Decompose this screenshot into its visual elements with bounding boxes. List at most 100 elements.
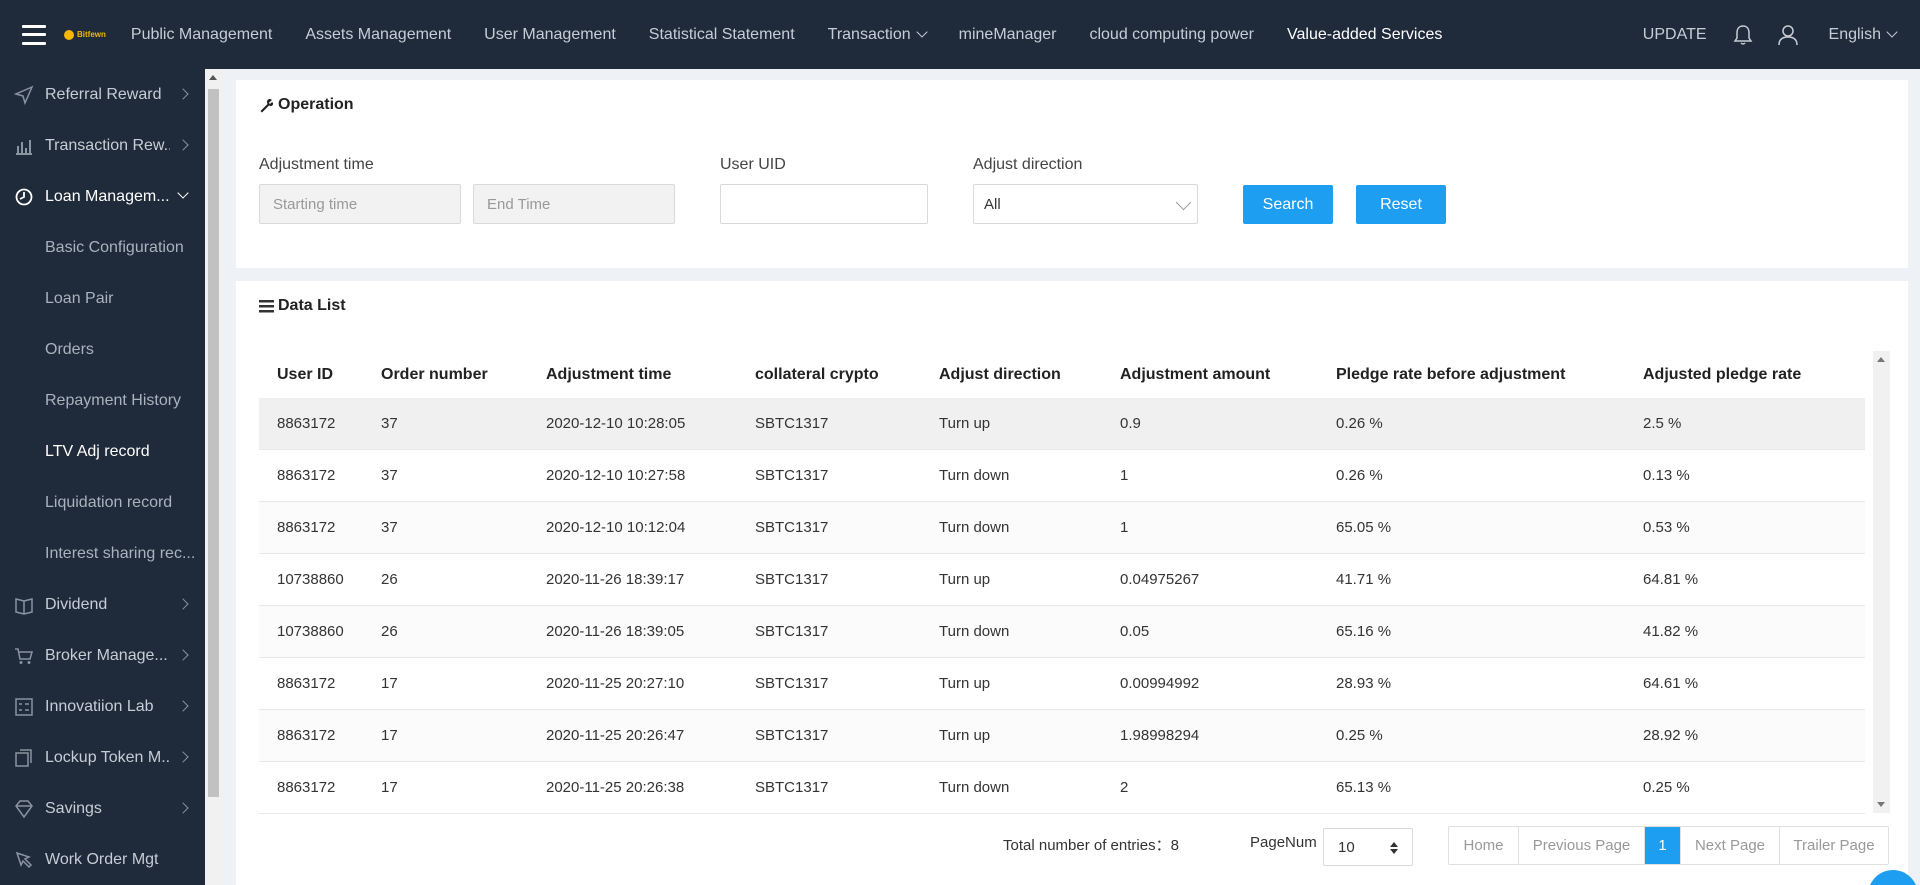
language-select[interactable]: English bbox=[1828, 25, 1898, 44]
home-page-button[interactable]: Home bbox=[1449, 827, 1519, 864]
scroll-up-icon[interactable] bbox=[209, 75, 217, 80]
sidebar-item-referral-reward[interactable]: Referral Reward bbox=[0, 69, 205, 120]
table-cell: 1.98998294 bbox=[1120, 727, 1200, 744]
table-cell: 0.26 % bbox=[1336, 467, 1383, 484]
table-cell: 8863172 bbox=[277, 519, 336, 536]
table-row[interactable]: 8863172 17 2020-11-25 20:26:38 SBTC1317 Turn… bbox=[259, 762, 1865, 814]
table-row[interactable]: 8863172 17 2020-11-25 20:26:47 SBTC1317 Turn… bbox=[259, 710, 1865, 762]
user-uid-input[interactable] bbox=[720, 184, 928, 224]
sidebar-sub-interest-sharing-record[interactable]: Interest sharing rec... bbox=[0, 528, 205, 579]
start-time-input[interactable]: Starting time bbox=[259, 184, 461, 224]
sidebar-sub-ltv-adj-record[interactable]: LTV Adj record bbox=[0, 426, 205, 477]
table-row[interactable]: 8863172 37 2020-12-10 10:28:05 SBTC1317 Turn… bbox=[259, 398, 1865, 450]
chevron-right-icon bbox=[177, 88, 189, 100]
reset-button[interactable]: Reset bbox=[1356, 185, 1446, 224]
column-header[interactable]: Order number bbox=[381, 366, 546, 384]
table-cell: 65.13 % bbox=[1336, 779, 1392, 796]
sidebar-item-broker-management[interactable]: Broker Manage... bbox=[0, 630, 205, 681]
page-size-select[interactable]: 10 bbox=[1323, 828, 1413, 866]
nav-label: Transaction bbox=[827, 25, 911, 43]
chevron-down-icon bbox=[177, 187, 189, 199]
table-cell: 41.71 % bbox=[1336, 571, 1392, 588]
sidebar-item-lockup-token[interactable]: Lockup Token M... bbox=[0, 732, 205, 783]
table-cell: 26 bbox=[381, 623, 398, 640]
column-header[interactable]: Adjust direction bbox=[939, 366, 1120, 384]
sidebar-sub-basic-configuration[interactable]: Basic Configuration bbox=[0, 222, 205, 273]
end-time-input[interactable]: End Time bbox=[473, 184, 675, 224]
update-button[interactable]: UPDATE bbox=[1643, 26, 1707, 44]
table-cell: 8863172 bbox=[277, 727, 336, 744]
scroll-up-icon[interactable] bbox=[1877, 357, 1885, 362]
sidebar-item-dividend[interactable]: Dividend bbox=[0, 579, 205, 630]
table-cell: 17 bbox=[381, 779, 398, 796]
scrollbar-thumb[interactable] bbox=[208, 89, 219, 797]
nav-public-management[interactable]: Public Management bbox=[131, 26, 272, 44]
scroll-down-icon[interactable] bbox=[1877, 802, 1885, 807]
operation-panel: Operation Adjustment time Starting time … bbox=[236, 80, 1908, 268]
sidebar-sub-orders[interactable]: Orders bbox=[0, 324, 205, 375]
menu-toggle-icon[interactable] bbox=[22, 24, 46, 45]
column-header[interactable]: Adjustment amount bbox=[1120, 366, 1336, 384]
table-cell: Turn down bbox=[939, 519, 1010, 536]
nav-statistical-statement[interactable]: Statistical Statement bbox=[649, 26, 795, 44]
sidebar-item-work-order[interactable]: Work Order Mgt bbox=[0, 834, 205, 885]
table-cell: 65.16 % bbox=[1336, 623, 1392, 640]
main-nav: Public Management Assets Management User… bbox=[131, 0, 1475, 69]
table-cell: SBTC1317 bbox=[755, 415, 829, 432]
table-row[interactable]: 8863172 37 2020-12-10 10:27:58 SBTC1317 Turn… bbox=[259, 450, 1865, 502]
sidebar-sub-liquidation-record[interactable]: Liquidation record bbox=[0, 477, 205, 528]
logo[interactable]: Bitfewn bbox=[64, 29, 106, 40]
column-header[interactable]: User ID bbox=[259, 366, 381, 384]
table-cell: SBTC1317 bbox=[755, 467, 829, 484]
sidebar-scrollbar[interactable] bbox=[205, 69, 222, 885]
sidebar-sub-repayment-history[interactable]: Repayment History bbox=[0, 375, 205, 426]
previous-page-button[interactable]: Previous Page bbox=[1519, 827, 1645, 864]
table-row[interactable]: 8863172 37 2020-12-10 10:12:04 SBTC1317 Turn… bbox=[259, 502, 1865, 554]
table-cell: 10738860 bbox=[277, 623, 344, 640]
data-table: User ID Order number Adjustment time col… bbox=[259, 351, 1865, 814]
page-size-value: 10 bbox=[1338, 838, 1355, 856]
nav-assets-management[interactable]: Assets Management bbox=[305, 26, 451, 44]
nav-transaction[interactable]: Transaction bbox=[827, 25, 928, 44]
wrench-icon bbox=[260, 98, 274, 112]
table-cell: Turn up bbox=[939, 415, 991, 432]
column-header[interactable]: Pledge rate before adjustment bbox=[1336, 366, 1643, 384]
column-header[interactable]: Adjustment time bbox=[546, 366, 755, 384]
column-header[interactable]: collateral crypto bbox=[755, 366, 939, 384]
sidebar-item-label: Loan Managem... bbox=[45, 187, 170, 205]
user-icon[interactable] bbox=[1777, 24, 1799, 46]
nav-mine-manager[interactable]: mineManager bbox=[959, 26, 1057, 44]
total-count: 8 bbox=[1170, 837, 1179, 854]
sidebar-item-innovation-lab[interactable]: Innovatiion Lab bbox=[0, 681, 205, 732]
nav-user-management[interactable]: User Management bbox=[484, 26, 616, 44]
top-navbar: Bitfewn Public Management Assets Managem… bbox=[0, 0, 1920, 69]
table-cell: Turn down bbox=[939, 467, 1010, 484]
table-cell: 28.93 % bbox=[1336, 675, 1392, 692]
table-cell: SBTC1317 bbox=[755, 727, 829, 744]
column-header[interactable]: Adjusted pledge rate bbox=[1643, 366, 1853, 384]
table-cell: SBTC1317 bbox=[755, 571, 829, 588]
bell-icon[interactable] bbox=[1733, 24, 1753, 46]
trailer-page-button[interactable]: Trailer Page bbox=[1780, 827, 1888, 864]
search-button[interactable]: Search bbox=[1243, 185, 1333, 224]
table-cell: 8863172 bbox=[277, 415, 336, 432]
table-cell: 41.82 % bbox=[1643, 623, 1699, 640]
adjust-direction-select[interactable]: All bbox=[973, 184, 1198, 224]
sidebar-sub-loan-pair[interactable]: Loan Pair bbox=[0, 273, 205, 324]
table-row[interactable]: 10738860 26 2020-11-26 18:39:05 SBTC1317 Tur… bbox=[259, 606, 1865, 658]
page-1-button[interactable]: 1 bbox=[1645, 827, 1681, 864]
table-body: 8863172 37 2020-12-10 10:28:05 SBTC1317 Turn… bbox=[259, 398, 1865, 814]
table-row[interactable]: 10738860 26 2020-11-26 18:39:17 SBTC1317 Tur… bbox=[259, 554, 1865, 606]
next-page-button[interactable]: Next Page bbox=[1681, 827, 1780, 864]
language-label: English bbox=[1828, 25, 1881, 43]
table-scrollbar[interactable] bbox=[1873, 351, 1890, 813]
nav-cloud-computing-power[interactable]: cloud computing power bbox=[1089, 26, 1254, 44]
sidebar-item-transaction-reward[interactable]: Transaction Rew... bbox=[0, 120, 205, 171]
nav-value-added-services[interactable]: Value-added Services bbox=[1287, 26, 1442, 44]
table-cell: Turn up bbox=[939, 675, 991, 692]
table-row[interactable]: 8863172 17 2020-11-25 20:27:10 SBTC1317 Turn… bbox=[259, 658, 1865, 710]
sidebar-item-loan-management[interactable]: Loan Managem... bbox=[0, 171, 205, 222]
sidebar-item-savings[interactable]: Savings bbox=[0, 783, 205, 834]
table-cell: 2 bbox=[1120, 779, 1129, 796]
table-cell: 2.5 % bbox=[1643, 415, 1682, 432]
